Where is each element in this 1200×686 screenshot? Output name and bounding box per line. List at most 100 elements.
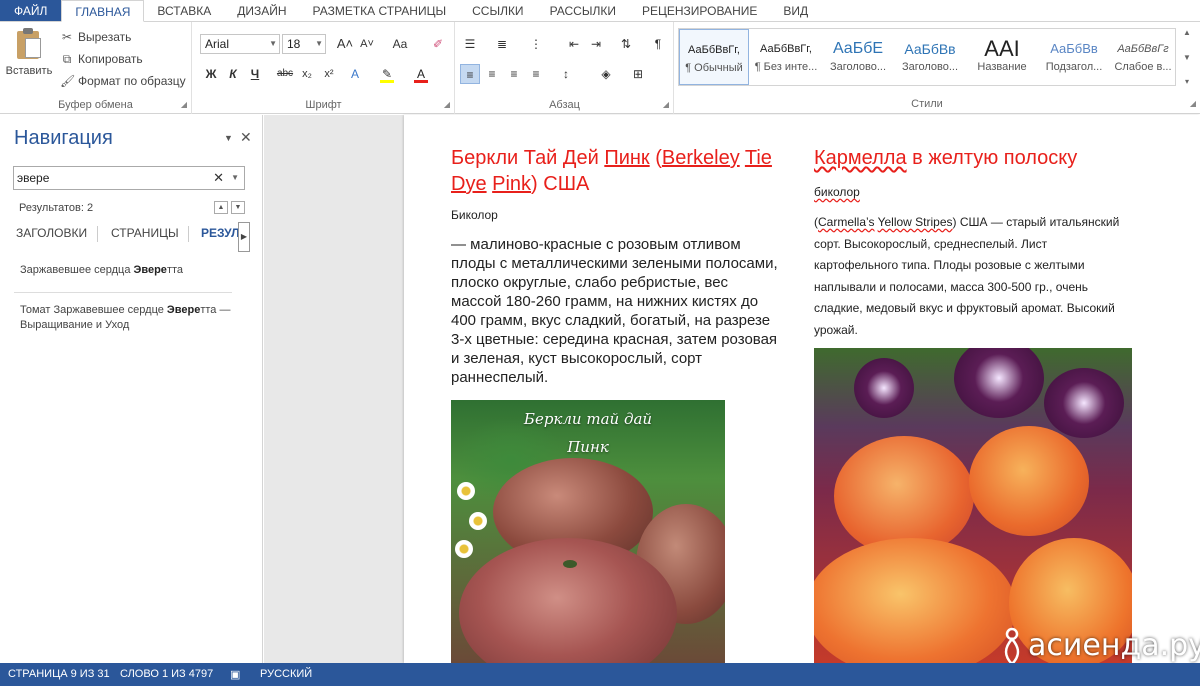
tab-results[interactable]: РЕЗУЛ xyxy=(201,226,240,240)
shading-icon[interactable]: ◈ xyxy=(596,64,616,84)
style-name: ¶ Без инте... xyxy=(754,61,818,73)
font-size-select[interactable]: 18 ▼ xyxy=(282,34,326,54)
ribbon-tabs: ФАЙЛ ГЛАВНАЯ ВСТАВКА ДИЗАЙН РАЗМЕТКА СТР… xyxy=(0,0,1200,22)
font-group-label: Шрифт xyxy=(305,99,342,111)
bullets-icon[interactable]: ☰ xyxy=(460,34,480,54)
proofing-icon[interactable]: ▣ xyxy=(230,668,240,681)
style-no-spacing[interactable]: АаБбВвГг, ¶ Без инте... xyxy=(751,29,821,85)
grow-font-button[interactable]: A˄ xyxy=(335,34,355,54)
text-effects-icon[interactable]: A xyxy=(345,64,365,84)
watermark-text: асиенда.ру xyxy=(1028,628,1200,663)
style-subtle-emphasis[interactable]: АаБбВвГг Слабое в... xyxy=(1111,29,1175,85)
divider xyxy=(14,292,232,293)
styles-launcher-icon[interactable]: ◢ xyxy=(1190,99,1196,108)
strikethrough-button[interactable]: abc xyxy=(273,64,297,84)
scissors-icon: ✂ xyxy=(61,30,73,44)
multilevel-list-icon[interactable]: ⋮ xyxy=(526,34,546,54)
font-color-icon[interactable]: A xyxy=(411,64,431,84)
line-spacing-icon[interactable]: ↕ xyxy=(556,64,576,84)
chevron-down-icon[interactable]: ▼ xyxy=(231,167,239,189)
styles-scroll[interactable]: ▲ ▼ ▾ xyxy=(1180,28,1194,86)
style-normal[interactable]: АаБбВвГг, ¶ Обычный xyxy=(679,29,749,85)
status-words[interactable]: СЛОВО 1 ИЗ 4797 xyxy=(120,668,213,680)
font-name-value: Arial xyxy=(205,37,230,51)
tab-file[interactable]: ФАЙЛ xyxy=(0,0,62,21)
font-group: Arial ▼ 18 ▼ A˄ A˅ Aa ✐ Ж К Ч abc x₂ x² … xyxy=(193,22,455,114)
chevron-down-icon[interactable]: ▼ xyxy=(224,133,233,143)
increase-indent-icon[interactable]: ⇥ xyxy=(586,34,606,54)
pilcrow-icon[interactable]: ¶ xyxy=(648,34,668,54)
clipboard-group-label: Буфер обмена xyxy=(58,99,133,111)
chevron-right-icon[interactable]: ▶ xyxy=(238,222,250,252)
subscript-button[interactable]: x₂ xyxy=(297,64,317,84)
superscript-button[interactable]: x² xyxy=(319,64,339,84)
status-bar: СТРАНИЦА 9 ИЗ 31 СЛОВО 1 ИЗ 4797 ▣ РУССК… xyxy=(0,663,1200,686)
font-launcher-icon[interactable]: ◢ xyxy=(444,100,450,109)
align-right-icon[interactable]: ≡ xyxy=(504,64,524,84)
scroll-down-icon[interactable]: ▼ xyxy=(1183,53,1191,62)
cut-button[interactable]: ✂ Вырезать xyxy=(60,28,131,46)
tab-home[interactable]: ГЛАВНАЯ xyxy=(61,0,145,22)
format-painter-button[interactable]: 🖌 Формат по образцу xyxy=(60,72,186,90)
paragraph-launcher-icon[interactable]: ◢ xyxy=(663,100,669,109)
tab-pages[interactable]: СТРАНИЦЫ xyxy=(111,226,179,240)
style-heading-1[interactable]: АаБбЕ Заголово... xyxy=(823,29,893,85)
status-language[interactable]: РУССКИЙ xyxy=(260,668,312,680)
clear-search-icon[interactable]: ✕ xyxy=(213,167,224,189)
result-text: тта xyxy=(166,264,184,276)
search-result[interactable]: Томат Заржавевшее сердце Эверетта — Выра… xyxy=(20,303,240,333)
font-name-select[interactable]: Arial ▼ xyxy=(200,34,280,54)
tab-mailings[interactable]: РАССЫЛКИ xyxy=(537,0,629,21)
copy-button[interactable]: ⧉ Копировать xyxy=(60,50,143,68)
shrink-font-button[interactable]: A˅ xyxy=(357,34,377,54)
previous-result-icon[interactable]: ▲ xyxy=(214,201,228,214)
clear-format-icon[interactable]: ✐ xyxy=(428,34,448,54)
style-subtitle[interactable]: АаБбВв Подзагол... xyxy=(1039,29,1109,85)
sort-icon[interactable]: ⇅ xyxy=(616,34,636,54)
close-icon[interactable]: ✕ xyxy=(240,129,252,146)
berkeley-tomato-photo: Беркли тай дай Пинк xyxy=(451,400,725,663)
borders-icon[interactable]: ⊞ xyxy=(628,64,648,84)
decrease-indent-icon[interactable]: ⇤ xyxy=(564,34,584,54)
tab-references[interactable]: ССЫЛКИ xyxy=(459,0,536,21)
highlight-icon[interactable]: ✎ xyxy=(377,64,397,84)
tab-layout[interactable]: РАЗМЕТКА СТРАНИЦЫ xyxy=(300,0,460,21)
search-result[interactable]: Заржавевшее сердца Эверетта xyxy=(20,263,183,278)
numbering-icon[interactable]: ≣ xyxy=(492,34,512,54)
clipboard-group: Вставить ✂ Вырезать ⧉ Копировать 🖌 Форма… xyxy=(0,22,192,114)
watermark-logo-icon xyxy=(1004,627,1020,666)
tab-design[interactable]: ДИЗАЙН xyxy=(224,0,299,21)
next-result-icon[interactable]: ▼ xyxy=(231,201,245,214)
bold-button[interactable]: Ж xyxy=(201,64,221,84)
chevron-down-icon: ▼ xyxy=(315,39,323,48)
more-styles-icon[interactable]: ▾ xyxy=(1185,77,1189,86)
result-text: Томат Заржавевшее сердце xyxy=(20,304,167,316)
result-match: Эвере xyxy=(133,264,167,276)
left-description: — малиново-красные с розовым отливом пло… xyxy=(451,236,778,386)
justify-icon[interactable]: ≡ xyxy=(526,64,546,84)
style-title[interactable]: ААІ Название xyxy=(967,29,1037,85)
style-heading-2[interactable]: АаБбВв Заголово... xyxy=(895,29,965,85)
status-page[interactable]: СТРАНИЦА 9 ИЗ 31 xyxy=(8,668,110,680)
copy-label: Копировать xyxy=(78,52,143,66)
align-center-icon[interactable]: ≡ xyxy=(482,64,502,84)
tab-headings[interactable]: ЗАГОЛОВКИ xyxy=(16,226,87,240)
paragraph-group: ☰ ≣ ⋮ ⇤ ⇥ ⇅ ¶ ≡ ≡ ≡ ≡ ↕ ◈ ⊞ Абзац ◢ xyxy=(456,22,674,114)
style-sample: АаБбВв xyxy=(1050,41,1098,56)
clipboard-launcher-icon[interactable]: ◢ xyxy=(181,100,187,109)
underline-button[interactable]: Ч xyxy=(245,64,265,84)
cut-label: Вырезать xyxy=(78,30,132,44)
tab-review[interactable]: РЕЦЕНЗИРОВАНИЕ xyxy=(629,0,770,21)
result-match: Эвере xyxy=(166,304,201,316)
nav-search-input[interactable]: эвере ✕ ▼ xyxy=(13,166,245,190)
nav-tabs: ЗАГОЛОВКИ СТРАНИЦЫ РЕЗУЛ xyxy=(0,222,250,246)
style-name: Подзагол... xyxy=(1045,61,1103,73)
style-sample: АаБбВвГг xyxy=(1117,43,1169,55)
tab-view[interactable]: ВИД xyxy=(770,0,821,21)
italic-button[interactable]: К xyxy=(223,64,243,84)
paste-button[interactable]: Вставить xyxy=(4,26,54,88)
align-left-icon[interactable]: ≡ xyxy=(460,64,480,84)
change-case-button[interactable]: Aa xyxy=(386,34,414,54)
tab-insert[interactable]: ВСТАВКА xyxy=(144,0,224,21)
scroll-up-icon[interactable]: ▲ xyxy=(1183,28,1191,37)
